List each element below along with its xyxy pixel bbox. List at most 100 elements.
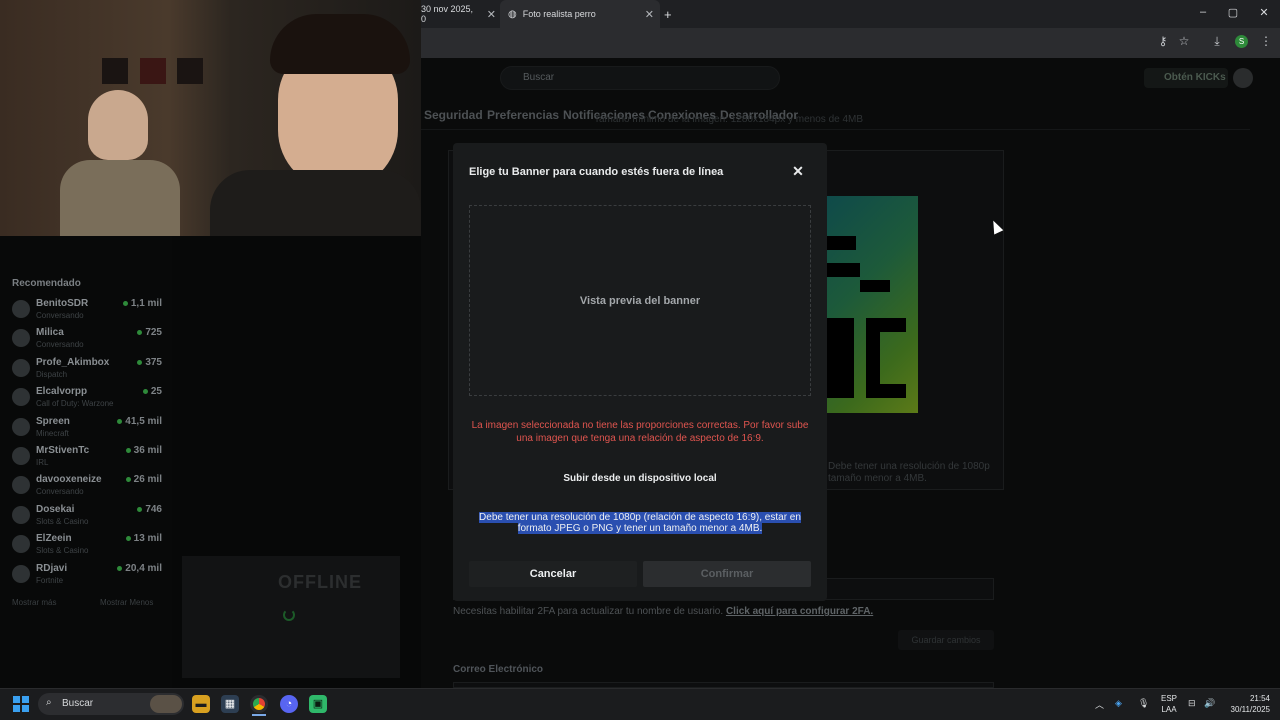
show-hidden-icons-icon[interactable]: ︿ (1095, 698, 1104, 711)
viewer-count: 13 mil (125, 533, 162, 544)
twofa-notice: Necesitas habilitar 2FA para actualizar … (453, 606, 873, 617)
tab-seguridad[interactable]: Seguridad (424, 108, 483, 122)
store-icon[interactable]: ▦ (221, 695, 239, 713)
clock-date: 30/11/2025 (1230, 705, 1270, 714)
wall-frame (102, 58, 128, 84)
viewer-count: 375 (137, 357, 162, 368)
windows-start-icon[interactable] (13, 696, 29, 712)
channel-name: davooxeneize (36, 474, 102, 485)
close-icon[interactable]: ✕ (789, 163, 807, 180)
aspect-ratio-error: La imagen seleccionada no tiene las prop… (471, 420, 809, 444)
show-less-link[interactable]: Mostrar Menos (100, 598, 153, 607)
live-dot-icon (117, 565, 123, 571)
tab-preferencias[interactable]: Preferencias (487, 108, 559, 122)
requirements-selected-text: Debe tener una resolución de 1080p (rela… (479, 512, 801, 534)
download-icon[interactable]: ⤓ (1208, 34, 1226, 49)
preview-label: Vista previa del banner (579, 294, 701, 307)
upload-local-button[interactable]: Subir desde un dispositivo local (560, 468, 720, 490)
new-tab-button[interactable]: + (664, 0, 672, 28)
channel-name: BenitoSDR (36, 298, 89, 309)
viewer-value: 25 (150, 386, 162, 397)
get-kicks-button[interactable]: Obtén KICKs (1144, 68, 1228, 88)
minimize-icon[interactable]: – (1195, 6, 1211, 18)
image-size-hint: Tamaño mínimo de la imagen: 1280x184px y… (594, 114, 864, 125)
viewer-value: 746 (145, 504, 162, 515)
star-icon[interactable]: ☆ (1175, 34, 1193, 48)
live-dot-icon (137, 329, 143, 335)
channel-category: Dispatch (36, 370, 68, 379)
channel-avatar (12, 535, 30, 553)
discord-icon[interactable]: ◔ (280, 695, 298, 713)
viewer-count: 26 mil (125, 474, 162, 485)
recommended-header: Recomendado (12, 278, 81, 289)
keyboard-layout: LAA (1161, 705, 1177, 714)
network-icon[interactable]: ⊟ (1188, 698, 1196, 709)
channel-name: ElZeein (36, 533, 72, 544)
menu-icon[interactable]: ⋮ (1257, 34, 1275, 48)
banner-preview-dropzone[interactable]: Vista previa del banner (469, 205, 811, 396)
channel-avatar (12, 565, 30, 583)
app-icon[interactable]: ▣ (309, 695, 327, 713)
live-dot-icon (137, 506, 143, 512)
browser-tab-active[interactable]: ◍ Foto realista perro ✕ (500, 0, 660, 28)
channel-item[interactable]: Profe_Akimbox Dispatch 375 (12, 357, 162, 385)
viewer-value: 26 mil (133, 474, 162, 485)
channel-item[interactable]: davooxeneize Conversando 26 mil (12, 474, 162, 502)
channel-category: Slots & Casino (36, 546, 89, 555)
channel-category: Conversando (36, 340, 84, 349)
language-indicator[interactable]: ESP LAA (1158, 693, 1180, 715)
channel-avatar (12, 476, 30, 494)
chrome-logo (253, 698, 265, 710)
viewer-value: 20,4 mil (125, 563, 162, 574)
email-label: Correo Electrónico (453, 664, 544, 675)
channel-avatar (12, 300, 30, 318)
show-more-link[interactable]: Mostrar más (12, 598, 56, 607)
volume-icon[interactable]: 🔊 (1204, 698, 1215, 709)
tab-divider (421, 129, 1250, 130)
person-left (88, 90, 148, 160)
configure-2fa-link[interactable]: Click aquí para configurar 2FA. (726, 606, 873, 617)
microphone-icon[interactable]: 🎙 (1138, 698, 1149, 709)
person-left-body (60, 160, 180, 236)
channel-item[interactable]: Dosekai Slots & Casino 746 (12, 504, 162, 532)
channel-name: Profe_Akimbox (36, 357, 110, 368)
user-avatar[interactable] (1233, 68, 1253, 88)
site-search-input[interactable]: Buscar (500, 66, 780, 90)
channel-item[interactable]: RDjavi Fortnite 20,4 mil (12, 563, 162, 591)
maximize-icon[interactable]: ▢ (1225, 6, 1241, 19)
browser-tab[interactable]: 30 nov 2025, 0 ✕ (421, 0, 496, 28)
channel-item[interactable]: MrStivenTc IRL 36 mil (12, 445, 162, 473)
wall-frame (177, 58, 203, 84)
channel-category: IRL (36, 458, 49, 467)
profile-icon[interactable]: S (1235, 35, 1248, 48)
webcam-overlay (0, 0, 421, 236)
channel-item[interactable]: Elcalvorpp Call of Duty: Warzone 25 (12, 386, 162, 414)
viewer-count: 25 (142, 386, 162, 397)
channel-item[interactable]: BenitoSDR Conversando 1,1 mil (12, 298, 162, 326)
channel-name: Spreen (36, 416, 70, 427)
loading-spinner-icon (283, 609, 295, 621)
channel-item[interactable]: ElZeein Slots & Casino 13 mil (12, 533, 162, 561)
live-dot-icon (137, 359, 143, 365)
channel-category: Call of Duty: Warzone (36, 399, 114, 408)
live-dot-icon (122, 300, 128, 306)
channel-item[interactable]: Milica Conversando 725 (12, 327, 162, 355)
close-window-icon[interactable]: ✕ (1256, 6, 1272, 19)
chrome-icon[interactable] (250, 695, 268, 713)
file-explorer-icon[interactable]: ▬ (192, 695, 210, 713)
key-icon[interactable]: ⚷ (1154, 34, 1172, 48)
close-tab-icon[interactable]: ✕ (487, 8, 496, 21)
twofa-text: Necesitas habilitar 2FA para actualizar … (453, 606, 724, 617)
shield-icon[interactable]: ◈ (1115, 698, 1122, 709)
offline-label: OFFLINE (278, 572, 362, 592)
cancel-button[interactable]: Cancelar (469, 561, 637, 587)
channel-category: Minecraft (36, 429, 69, 438)
tab-title: 30 nov 2025, 0 (421, 4, 474, 24)
channel-item[interactable]: Spreen Minecraft 41,5 mil (12, 416, 162, 444)
close-tab-icon[interactable]: ✕ (645, 8, 654, 21)
confirm-button[interactable]: Confirmar (643, 561, 811, 587)
save-changes-button[interactable]: Guardar cambios (898, 630, 994, 650)
viewer-count: 725 (137, 327, 162, 338)
channel-category: Fortnite (36, 576, 64, 585)
taskbar-clock[interactable]: 21:54 30/11/2025 (1226, 693, 1270, 715)
